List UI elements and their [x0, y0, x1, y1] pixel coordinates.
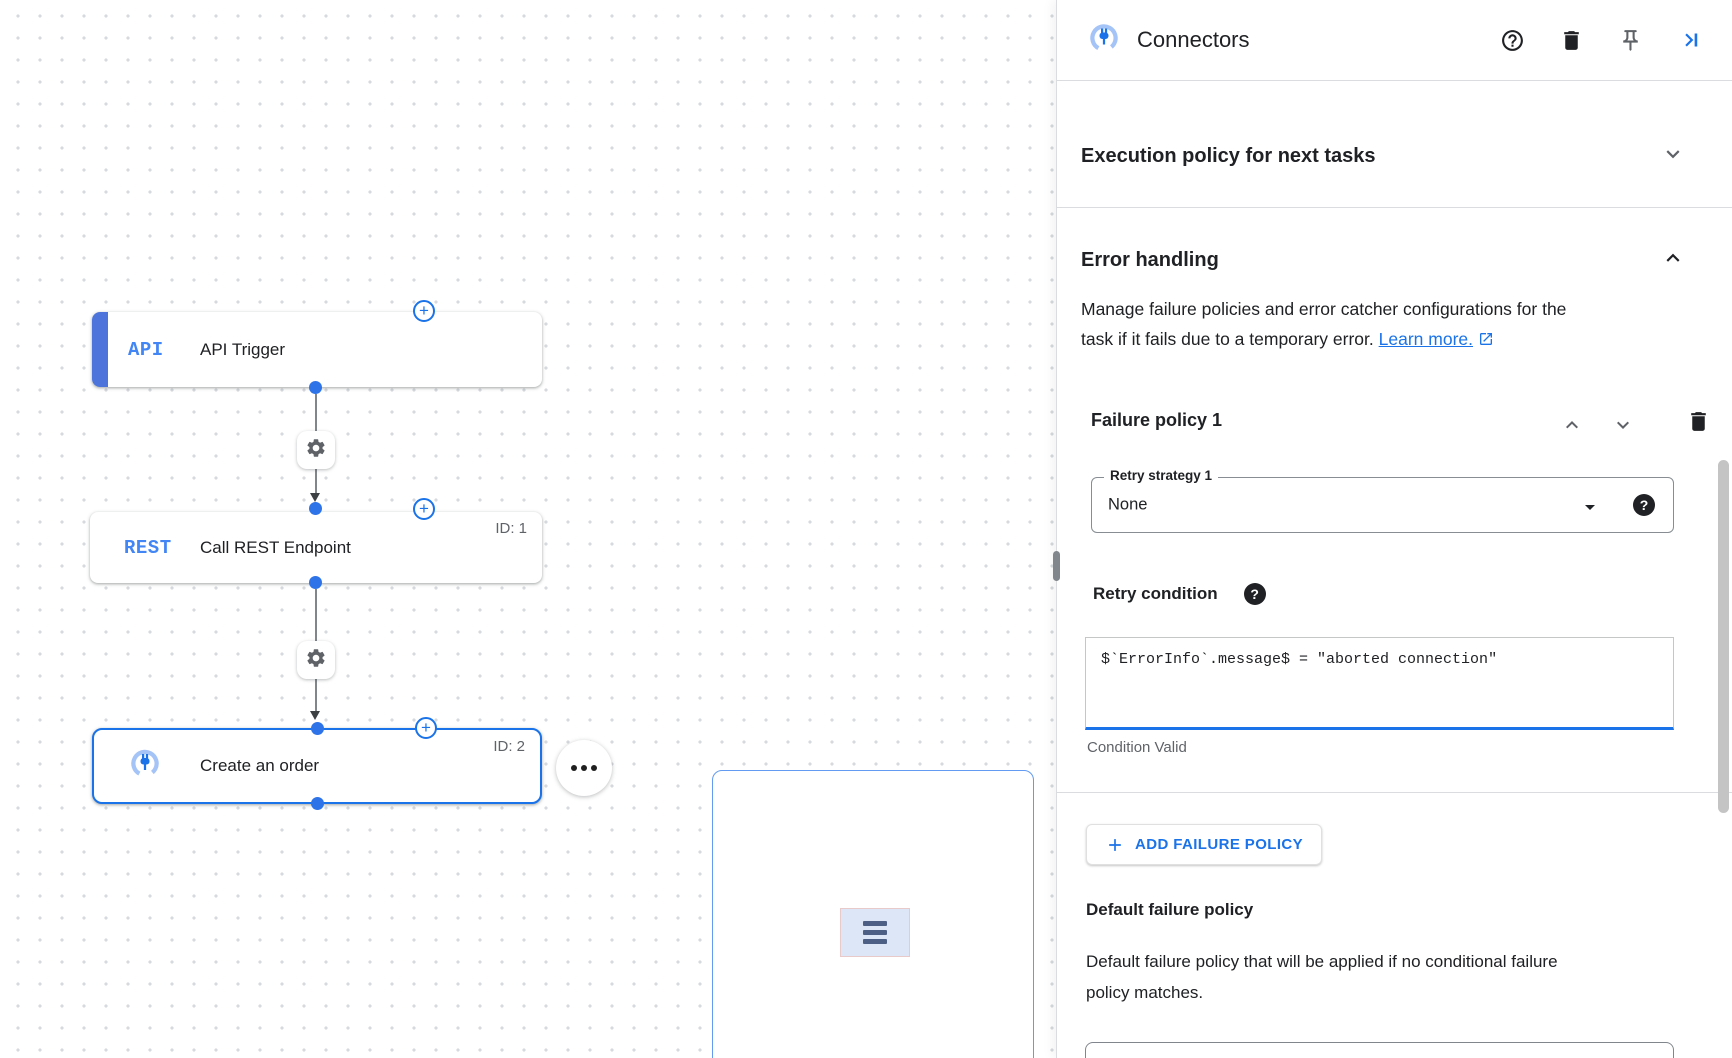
retry-condition-input[interactable]: $`ErrorInfo`.message$ = "aborted connect…: [1085, 637, 1674, 730]
gear-icon: [305, 437, 327, 464]
delete-task-icon[interactable]: [1558, 27, 1584, 53]
section-title: Execution policy for next tasks: [1081, 145, 1376, 168]
connectors-config-panel: Connectors Execution policy for next tas…: [1056, 0, 1732, 1058]
pin-panel-icon[interactable]: [1617, 27, 1643, 53]
edge-out-port[interactable]: [309, 381, 322, 394]
connectors-icon: [130, 749, 160, 784]
delete-failure-policy-icon[interactable]: [1686, 409, 1711, 439]
error-handling-section-header[interactable]: Error handling: [1081, 238, 1686, 282]
rest-badge: REST: [124, 537, 172, 559]
workflow-canvas[interactable]: API API Trigger REST Call REST Endpoint …: [0, 0, 1058, 1058]
node-id-label: ID: 1: [495, 520, 527, 537]
node-label: Call REST Endpoint: [200, 538, 351, 558]
failure-policy-header-row: Failure policy 1: [1057, 406, 1732, 444]
add-failure-policy-button[interactable]: ADD FAILURE POLICY: [1086, 824, 1322, 865]
node-label: API Trigger: [200, 340, 285, 360]
api-badge: API: [128, 339, 164, 361]
edge-in-port[interactable]: [311, 722, 324, 735]
retry-strategy-value: None: [1108, 496, 1147, 515]
hamburger-icon: [863, 921, 887, 926]
plus-icon: [1105, 835, 1125, 855]
panel-resize-handle[interactable]: [1053, 551, 1060, 581]
dropdown-caret-icon[interactable]: [1578, 495, 1602, 524]
retry-strategy-select[interactable]: Retry strategy 1 None: [1091, 477, 1674, 533]
edge-config-gear-button[interactable]: [297, 641, 335, 679]
help-filled-icon[interactable]: [1244, 583, 1266, 605]
add-task-plus-button[interactable]: [415, 717, 437, 739]
chevron-down-icon[interactable]: [1660, 141, 1686, 172]
learn-more-link[interactable]: Learn more.: [1379, 329, 1473, 349]
node-api-trigger[interactable]: API API Trigger: [92, 312, 542, 387]
minimap-box[interactable]: [712, 770, 1034, 1058]
edge-out-port[interactable]: [309, 576, 322, 589]
panel-title: Connectors: [1137, 27, 1250, 53]
condition-status-text: Condition Valid: [1087, 739, 1187, 756]
trigger-accent-bar: [92, 312, 108, 387]
panel-scrollbar[interactable]: [1718, 460, 1729, 813]
node-more-actions-button[interactable]: [556, 740, 612, 796]
connectors-icon: [1089, 23, 1119, 58]
error-handling-description: Manage failure policies and error catche…: [1081, 294, 1701, 356]
move-up-icon[interactable]: [1560, 413, 1584, 442]
add-task-plus-button[interactable]: [413, 300, 435, 322]
edge-arrowhead: [310, 711, 320, 720]
description-line: Manage failure policies and error catche…: [1081, 294, 1701, 324]
section-divider: [1057, 207, 1732, 208]
retry-strategy-label: Retry strategy 1: [1104, 468, 1218, 483]
description-line: task if it fails due to a temporary erro…: [1081, 329, 1374, 349]
retry-condition-label: Retry condition: [1093, 584, 1218, 604]
node-id-label: ID: 2: [493, 738, 525, 755]
node-label: Create an order: [200, 756, 319, 776]
section-divider: [1057, 792, 1732, 793]
description-line: Default failure policy that will be appl…: [1086, 946, 1706, 977]
help-icon[interactable]: [1499, 27, 1525, 53]
add-failure-policy-label: ADD FAILURE POLICY: [1135, 836, 1303, 853]
chevron-up-icon[interactable]: [1660, 245, 1686, 276]
retry-condition-row: Retry condition: [1093, 583, 1266, 605]
default-failure-policy-description: Default failure policy that will be appl…: [1086, 946, 1706, 1008]
default-failure-policy-title: Default failure policy: [1086, 900, 1253, 920]
node-create-an-order[interactable]: Create an order ID: 2: [92, 728, 542, 804]
edge-out-port[interactable]: [311, 797, 324, 810]
description-line: policy matches.: [1086, 977, 1706, 1008]
execution-policy-section-header[interactable]: Execution policy for next tasks: [1081, 130, 1686, 182]
panel-header: Connectors: [1057, 0, 1732, 81]
edge-arrowhead: [310, 493, 320, 502]
ellipsis-icon: [571, 765, 577, 771]
open-in-new-icon: [1478, 326, 1494, 356]
edge-config-gear-button[interactable]: [297, 431, 335, 469]
section-title: Error handling: [1081, 249, 1219, 272]
node-call-rest-endpoint[interactable]: REST Call REST Endpoint ID: 1: [90, 512, 542, 583]
gear-icon: [305, 647, 327, 674]
minimap-node-chip: [840, 908, 910, 957]
failure-policy-title: Failure policy 1: [1091, 410, 1222, 431]
default-retry-strategy-select[interactable]: [1085, 1042, 1674, 1058]
edge-in-port[interactable]: [309, 502, 322, 515]
add-task-plus-button[interactable]: [413, 498, 435, 520]
help-filled-icon[interactable]: [1633, 494, 1655, 516]
move-down-icon[interactable]: [1611, 413, 1635, 442]
collapse-panel-icon[interactable]: [1676, 27, 1702, 53]
